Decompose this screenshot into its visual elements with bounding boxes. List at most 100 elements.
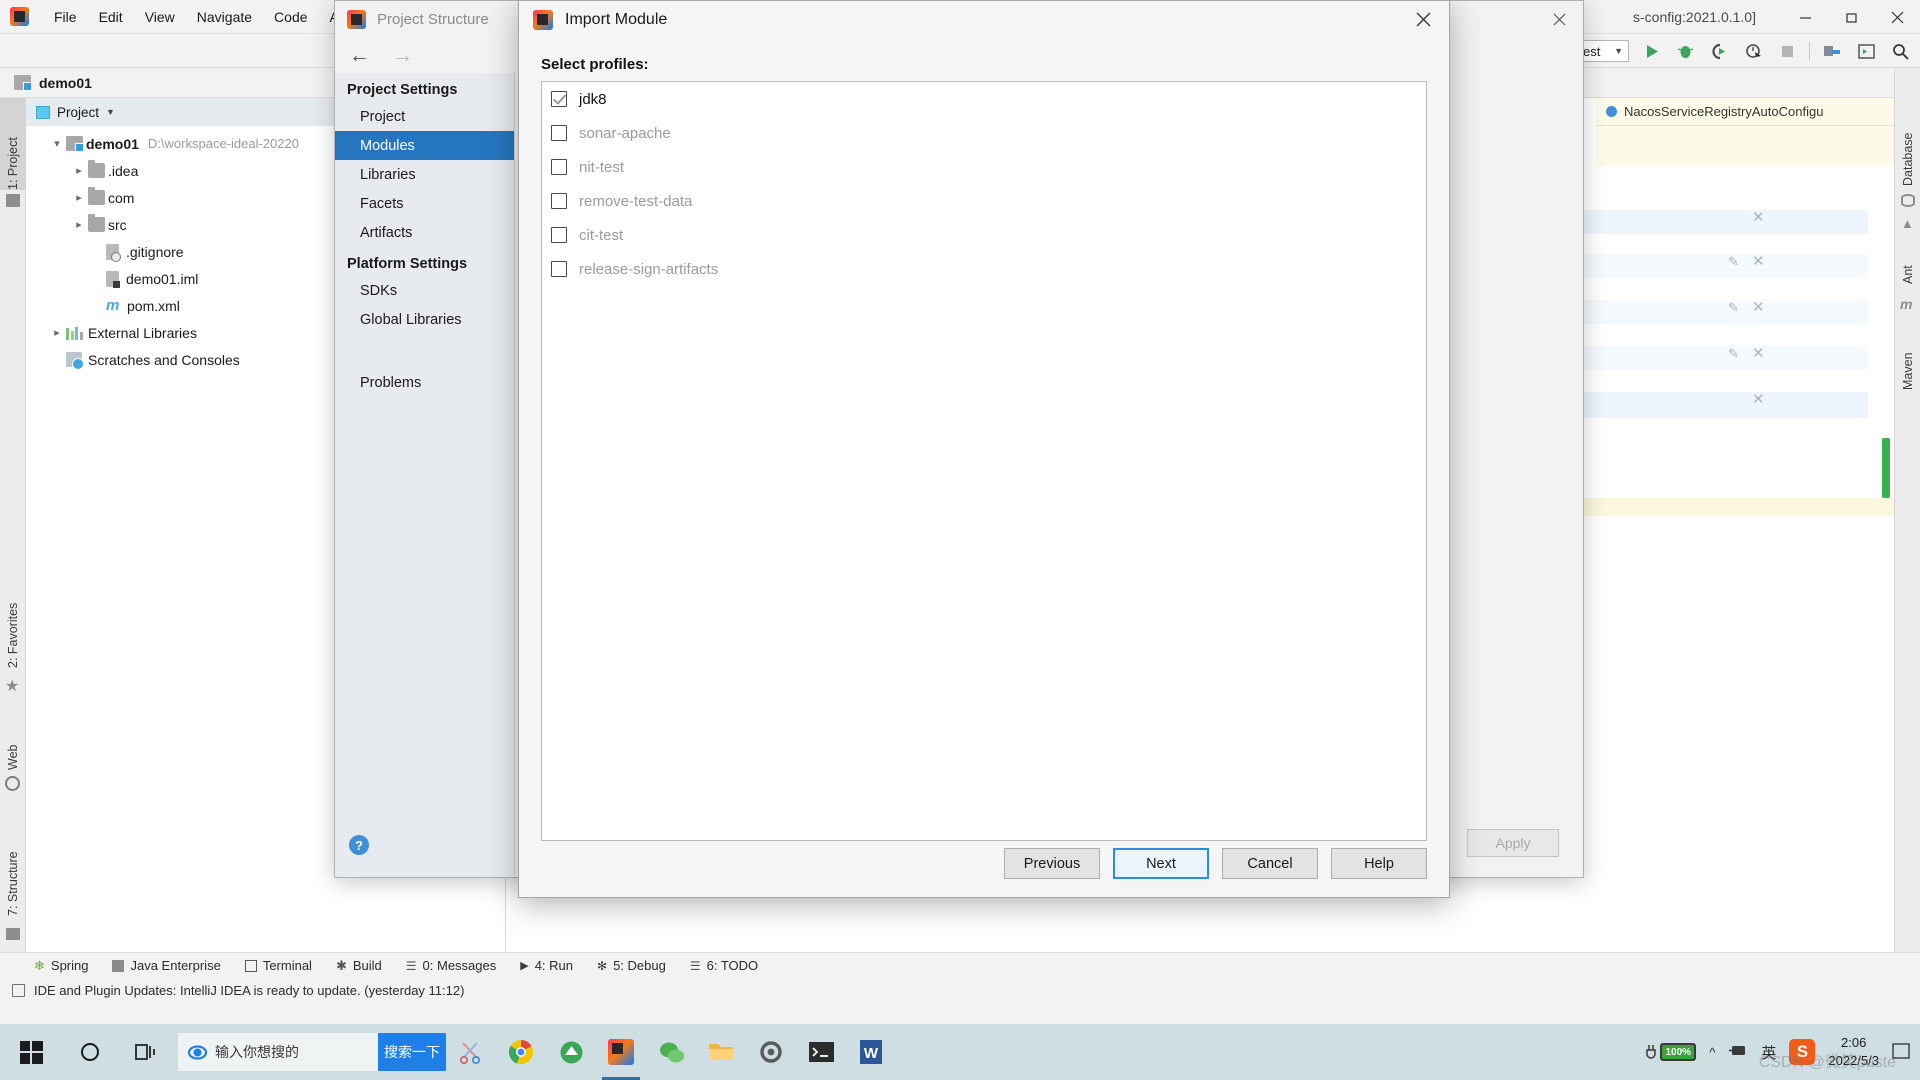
- sogou-input-icon[interactable]: S: [1789, 1039, 1816, 1065]
- taskbar-clock[interactable]: 2:06 2022/5/3: [1828, 1034, 1879, 1069]
- close-icon[interactable]: ✕: [1752, 208, 1765, 226]
- close-icon[interactable]: [1535, 1, 1583, 37]
- profile-row-jdk8[interactable]: jdk8: [542, 82, 1426, 116]
- sidebar-item-libraries[interactable]: Libraries: [335, 160, 514, 189]
- qq-browser-icon[interactable]: [546, 1024, 596, 1080]
- terminal-icon[interactable]: [1854, 39, 1878, 63]
- power-icon[interactable]: [1728, 1043, 1748, 1061]
- profile-checkbox-nit-test[interactable]: [551, 159, 567, 175]
- profile-icon[interactable]: [1741, 39, 1765, 63]
- console-icon[interactable]: [796, 1024, 846, 1080]
- help-icon[interactable]: ?: [349, 835, 369, 855]
- wechat-icon[interactable]: [646, 1024, 696, 1080]
- tool-window-java-enterprise[interactable]: Java Enterprise: [112, 958, 221, 973]
- ime-mode-indicator[interactable]: 英: [1761, 1042, 1776, 1063]
- menu-item-edit[interactable]: Edit: [88, 7, 134, 27]
- menu-item-code[interactable]: Code: [263, 7, 318, 27]
- cortana-circle-icon[interactable]: [62, 1024, 118, 1080]
- tool-window-spring[interactable]: ❄ Spring: [34, 958, 88, 974]
- collapse-twisty-icon[interactable]: ▸: [70, 191, 88, 204]
- profile-row-nit-test[interactable]: nit-test: [542, 150, 1426, 184]
- profile-row-remove-test-data[interactable]: remove-test-data: [542, 184, 1426, 218]
- close-icon[interactable]: ✕: [1752, 252, 1765, 270]
- debug-icon[interactable]: [1673, 39, 1697, 63]
- rail-item-maven[interactable]: Maven: [1895, 318, 1920, 390]
- run-icon[interactable]: [1639, 39, 1663, 63]
- tool-window-terminal[interactable]: Terminal: [244, 958, 312, 973]
- collapse-twisty-icon[interactable]: ▸: [48, 326, 66, 339]
- collapse-twisty-icon[interactable]: ▸: [70, 164, 88, 177]
- editor-scrollbar-thumb[interactable]: [1882, 438, 1890, 498]
- sidebar-item-sdks[interactable]: SDKs: [335, 276, 514, 305]
- settings-gear-icon[interactable]: [746, 1024, 796, 1080]
- edit-pencil-icon[interactable]: ✎: [1728, 346, 1739, 362]
- rail-item-structure[interactable]: 7: Structure: [0, 806, 26, 916]
- intellij-logo-icon: [533, 9, 553, 30]
- rail-item-favorites[interactable]: 2: Favorites: [0, 558, 26, 668]
- rail-item-web[interactable]: Web: [0, 710, 26, 770]
- profile-row-cit-test[interactable]: cit-test: [542, 218, 1426, 252]
- tool-window-todo[interactable]: ☰ 6: TODO: [690, 958, 758, 973]
- cancel-button[interactable]: Cancel: [1222, 848, 1318, 879]
- sidebar-item-facets[interactable]: Facets: [335, 189, 514, 218]
- previous-button[interactable]: Previous: [1004, 848, 1100, 879]
- word-icon[interactable]: W: [846, 1024, 896, 1080]
- taskbar-search-input[interactable]: 输入你想搜的: [178, 1033, 378, 1071]
- profile-row-release-sign-artifacts[interactable]: release-sign-artifacts: [542, 252, 1426, 286]
- update-notification-icon[interactable]: [12, 983, 25, 997]
- battery-charging-icon[interactable]: 100%: [1645, 1043, 1697, 1061]
- search-everywhere-icon[interactable]: [1888, 39, 1912, 63]
- sidebar-item-global-libraries[interactable]: Global Libraries: [335, 305, 514, 334]
- close-icon[interactable]: ✕: [1752, 390, 1765, 408]
- project-name: demo01: [39, 74, 92, 91]
- edit-pencil-icon[interactable]: ✎: [1728, 254, 1739, 270]
- close-icon[interactable]: [1874, 0, 1920, 34]
- back-arrow-icon[interactable]: ←: [349, 45, 370, 66]
- profile-checkbox-cit-test[interactable]: [551, 227, 567, 243]
- messages-icon: ☰: [405, 958, 417, 973]
- minimize-icon[interactable]: [1782, 0, 1828, 34]
- tool-window-run[interactable]: ▶ 4: Run: [520, 958, 573, 973]
- profiles-list[interactable]: jdk8 sonar-apache nit-test remove-test-d…: [541, 81, 1427, 841]
- task-view-icon[interactable]: [118, 1024, 174, 1080]
- profile-row-sonar-apache[interactable]: sonar-apache: [542, 116, 1426, 150]
- profile-checkbox-jdk8[interactable]: [551, 91, 567, 107]
- chrome-icon[interactable]: [496, 1024, 546, 1080]
- help-button[interactable]: Help: [1331, 848, 1427, 879]
- rail-item-database[interactable]: Database: [1895, 98, 1920, 186]
- taskbar-search-button[interactable]: 搜索一下: [378, 1033, 446, 1071]
- chevron-down-icon[interactable]: ▼: [106, 107, 115, 117]
- tool-window-debug[interactable]: ✻ 5: Debug: [597, 958, 666, 973]
- sidebar-item-modules[interactable]: Modules: [335, 131, 514, 160]
- windows-start-icon[interactable]: [0, 1024, 62, 1080]
- battery-level: 100%: [1660, 1043, 1697, 1061]
- menu-item-view[interactable]: View: [134, 7, 186, 27]
- sidebar-item-project[interactable]: Project: [335, 102, 514, 131]
- file-explorer-icon[interactable]: [696, 1024, 746, 1080]
- menu-item-navigate[interactable]: Navigate: [186, 7, 263, 27]
- sidebar-item-problems[interactable]: Problems: [335, 368, 514, 397]
- next-button[interactable]: Next: [1113, 848, 1209, 879]
- edit-pencil-icon[interactable]: ✎: [1728, 300, 1739, 316]
- rail-item-project[interactable]: 1: Project: [0, 98, 26, 190]
- sidebar-item-artifacts[interactable]: Artifacts: [335, 218, 514, 247]
- action-center-icon[interactable]: [1892, 1042, 1910, 1062]
- snip-tool-icon[interactable]: [446, 1024, 496, 1080]
- show-hidden-icons-icon[interactable]: ^: [1709, 1045, 1715, 1060]
- rail-item-ant[interactable]: Ant: [1895, 238, 1920, 284]
- tool-window-build[interactable]: ✱ Build: [336, 958, 382, 974]
- close-icon[interactable]: ✕: [1752, 344, 1765, 362]
- close-icon[interactable]: ✕: [1752, 298, 1765, 316]
- maximize-icon[interactable]: [1828, 0, 1874, 34]
- intellij-idea-icon[interactable]: [596, 1024, 646, 1080]
- collapse-twisty-icon[interactable]: ▸: [70, 218, 88, 231]
- project-structure-icon[interactable]: [1820, 39, 1844, 63]
- close-icon[interactable]: [1397, 1, 1449, 38]
- menu-item-file[interactable]: File: [43, 7, 88, 27]
- expand-twisty-icon[interactable]: ▾: [48, 137, 66, 150]
- run-with-coverage-icon[interactable]: [1707, 39, 1731, 63]
- tool-window-messages[interactable]: ☰ 0: Messages: [406, 958, 496, 973]
- profile-checkbox-remove-test-data[interactable]: [551, 193, 567, 209]
- profile-checkbox-release-sign-artifacts[interactable]: [551, 261, 567, 277]
- profile-checkbox-sonar-apache[interactable]: [551, 125, 567, 141]
